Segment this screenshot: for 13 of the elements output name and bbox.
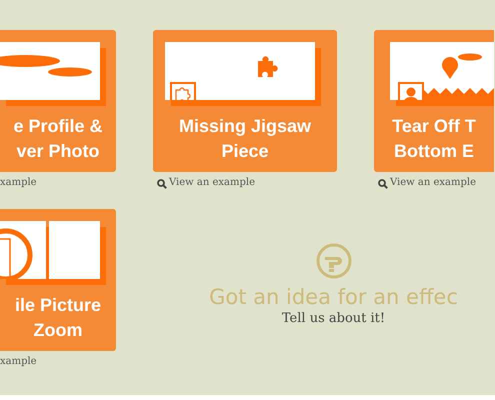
- view-example-link[interactable]: View an example: [157, 172, 256, 193]
- view-example-link[interactable]: View an example: [378, 172, 476, 193]
- question-bubble-icon: [316, 243, 352, 279]
- tell-us-link[interactable]: Tell us about it!: [282, 311, 386, 326]
- idea-heading: Got an idea for an effec: [209, 285, 458, 309]
- card-title: ile Picture Zoom: [14, 294, 102, 342]
- view-example-link[interactable]: xample: [0, 172, 37, 193]
- card-title: Missing Jigsaw Piece: [178, 115, 312, 163]
- search-icon: [157, 179, 167, 189]
- card-title: Tear Off T Bottom E: [392, 115, 476, 163]
- card-title: e Profile & ver Photo: [13, 115, 103, 163]
- search-icon: [378, 179, 388, 189]
- view-example-link[interactable]: xample: [0, 351, 37, 372]
